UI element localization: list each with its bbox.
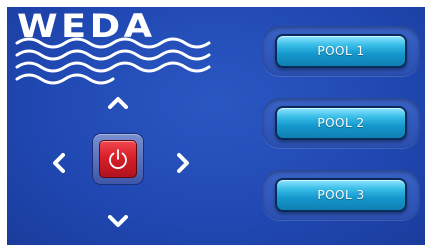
right-arrow-button[interactable] [171, 146, 197, 180]
waves-icon [15, 37, 211, 85]
up-arrow-button[interactable] [101, 89, 135, 115]
chevron-left-icon [53, 153, 65, 173]
pool-3-button[interactable]: POOL 3 [275, 178, 407, 212]
pool-2-button[interactable]: POOL 2 [275, 106, 407, 140]
chevron-down-icon [108, 215, 128, 227]
control-panel: WEDA POOL 1 POOL 2 POOL 3 [7, 7, 425, 245]
pool-1-button[interactable]: POOL 1 [275, 34, 407, 68]
chevron-right-icon [177, 153, 189, 173]
down-arrow-button[interactable] [101, 209, 135, 235]
pool-2-tray: POOL 2 [262, 98, 420, 148]
pool-1-tray: POOL 1 [262, 26, 420, 76]
chevron-up-icon [108, 97, 128, 109]
weda-logo: WEDA [13, 7, 213, 89]
power-button-frame [93, 134, 143, 184]
pool-3-tray: POOL 3 [262, 170, 420, 220]
power-icon [109, 149, 127, 170]
power-button[interactable] [99, 140, 137, 178]
left-arrow-button[interactable] [45, 146, 71, 180]
